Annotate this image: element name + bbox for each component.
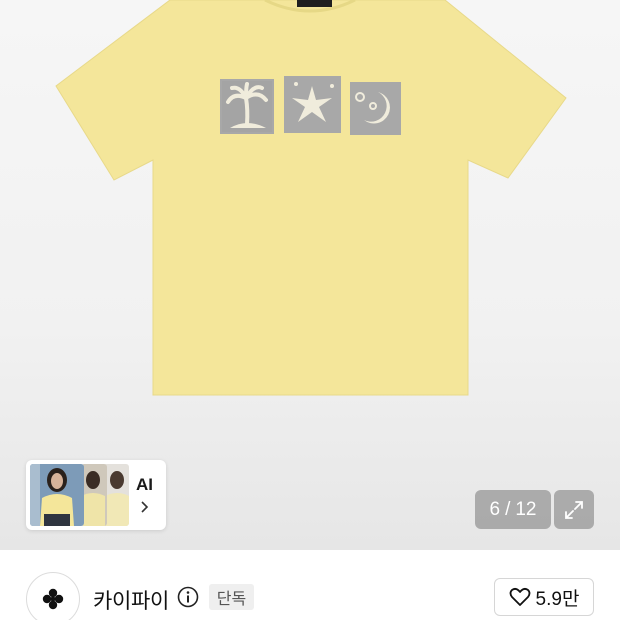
- chevron-right-icon: [141, 501, 149, 513]
- ai-thumbnail: [81, 464, 107, 526]
- neck-label: [297, 0, 332, 7]
- ai-label: AI: [136, 475, 153, 494]
- image-pager: 6 / 12: [475, 490, 551, 529]
- ai-thumbnail: [30, 464, 84, 526]
- pager-separator: /: [505, 498, 511, 520]
- tshirt-shape: [55, 0, 567, 396]
- like-button[interactable]: 5.9만: [494, 578, 594, 616]
- pager-total: 12: [515, 498, 537, 520]
- expand-icon: [565, 500, 583, 519]
- palm-print: [220, 79, 274, 134]
- like-count: 5.9만: [535, 588, 580, 610]
- moon-print: [350, 82, 401, 135]
- pager-current: 6: [489, 498, 501, 520]
- seller-logo[interactable]: [26, 572, 80, 620]
- info-icon[interactable]: [177, 586, 199, 608]
- club-logo-icon: [42, 588, 64, 610]
- ai-fitting-card[interactable]: AI: [26, 460, 166, 530]
- expand-button[interactable]: [554, 490, 594, 529]
- heart-icon: [509, 587, 530, 606]
- seller-bar: 카이파이 단독 5.9만: [0, 550, 620, 620]
- product-image-gallery[interactable]: AI 6 / 12: [0, 0, 620, 550]
- seller-name[interactable]: 카이파이: [93, 585, 169, 615]
- starfish-print: [284, 76, 341, 133]
- exclusive-badge: 단독: [209, 584, 254, 610]
